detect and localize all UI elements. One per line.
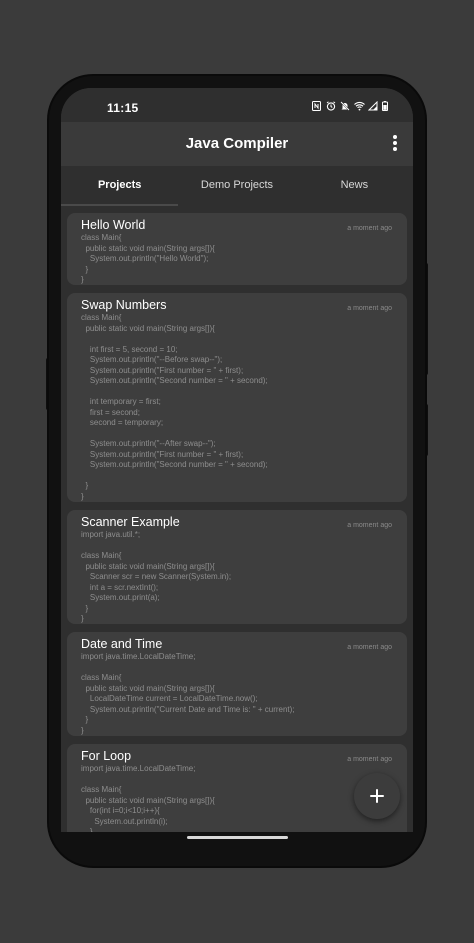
project-card-date-and-time[interactable]: Date and Time a moment ago import java.t…	[67, 632, 407, 736]
status-bar: 11:15	[61, 88, 413, 122]
signal-icon	[368, 101, 378, 111]
project-time: a moment ago	[347, 522, 392, 529]
project-code: class Main{ public static void main(Stri…	[81, 313, 268, 501]
status-icons	[312, 101, 391, 111]
project-title: Date and Time	[81, 637, 163, 651]
project-list: Hello World a moment ago class Main{ pub…	[61, 206, 413, 832]
project-time: a moment ago	[347, 644, 392, 651]
alarm-icon	[326, 101, 336, 111]
add-project-button[interactable]	[354, 773, 400, 819]
project-time: a moment ago	[347, 225, 392, 232]
project-card-hello-world[interactable]: Hello World a moment ago class Main{ pub…	[67, 213, 407, 285]
tab-demo-projects[interactable]: Demo Projects	[178, 166, 295, 206]
nfc-icon	[312, 101, 321, 111]
tab-news[interactable]: News	[296, 166, 413, 206]
project-title: Hello World	[81, 218, 146, 232]
tab-projects[interactable]: Projects	[61, 166, 179, 206]
wifi-icon	[354, 101, 365, 111]
project-code: import java.time.LocalDateTime; class Ma…	[81, 652, 295, 735]
project-time: a moment ago	[347, 305, 392, 312]
mute-icon	[340, 101, 350, 111]
project-code: class Main{ public static void main(Stri…	[81, 233, 215, 284]
project-card-scanner-example[interactable]: Scanner Example a moment ago import java…	[67, 510, 407, 624]
project-title: Scanner Example	[81, 515, 180, 529]
project-code: import java.util.*; class Main{ public s…	[81, 530, 232, 623]
screen: 11:15 Java Compiler Projects Demo Projec…	[61, 88, 413, 832]
app-title: Java Compiler	[185, 135, 289, 152]
home-indicator[interactable]	[187, 836, 288, 839]
status-time: 11:15	[107, 101, 139, 115]
project-time: a moment ago	[347, 756, 392, 763]
tab-bar: Projects Demo Projects News	[61, 166, 413, 206]
plus-icon	[370, 789, 384, 803]
project-title: Swap Numbers	[81, 298, 167, 312]
project-card-swap-numbers[interactable]: Swap Numbers a moment ago class Main{ pu…	[67, 293, 407, 502]
project-title: For Loop	[81, 749, 132, 763]
battery-icon	[382, 101, 391, 111]
project-code: import java.time.LocalDateTime; class Ma…	[81, 764, 215, 832]
app-bar: Java Compiler	[61, 122, 413, 166]
more-vertical-icon[interactable]	[393, 135, 397, 151]
